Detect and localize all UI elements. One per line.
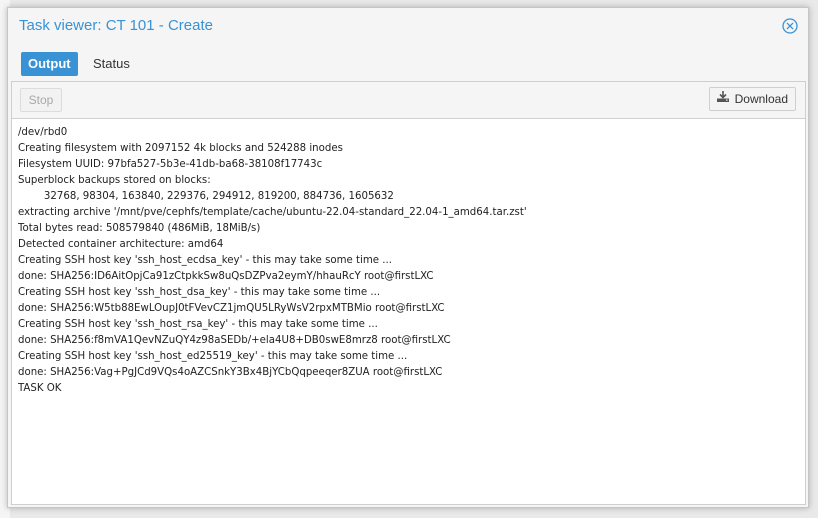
log-line: 32768, 98304, 163840, 229376, 294912, 81… <box>18 191 394 202</box>
window-title: Task viewer: CT 101 - Create <box>19 17 213 34</box>
log-line: Creating SSH host key 'ssh_host_dsa_key'… <box>18 287 381 298</box>
log-line: Creating SSH host key 'ssh_host_rsa_key'… <box>18 319 378 330</box>
log-line: /dev/rbd0 <box>18 127 68 138</box>
log-line: TASK OK <box>18 383 62 394</box>
tab-status[interactable]: Status <box>85 52 138 76</box>
output-toolbar: Stop Download <box>12 82 805 119</box>
log-line: Creating filesystem with 2097152 4k bloc… <box>18 143 343 154</box>
task-viewer-window: Task viewer: CT 101 - Create Output Stat… <box>7 7 809 508</box>
log-line: done: SHA256:W5tb88EwLOupJ0tFVevCZ1jmQU5… <box>18 303 445 314</box>
log-line: Total bytes read: 508579840 (486MiB, 18M… <box>18 223 261 234</box>
log-line: Filesystem UUID: 97bfa527-5b3e-41db-ba68… <box>18 159 323 170</box>
download-button-label: Download <box>734 92 788 106</box>
log-line: done: SHA256:Vag+PgJCd9VQs4oAZCSnkY3Bx4B… <box>18 367 443 378</box>
log-line: done: SHA256:ID6AitOpjCa91zCtpkkSw8uQsDZ… <box>18 271 434 282</box>
log-line: Superblock backups stored on blocks: <box>18 175 211 186</box>
output-panel: Stop Download /dev/rbd0 Creating filesyst… <box>11 81 806 505</box>
log-line: Creating SSH host key 'ssh_host_ecdsa_ke… <box>18 255 393 266</box>
window-titlebar: Task viewer: CT 101 - Create <box>8 8 808 46</box>
log-line: Creating SSH host key 'ssh_host_ed25519_… <box>18 351 408 362</box>
stop-button[interactable]: Stop <box>20 88 62 112</box>
log-line: Detected container architecture: amd64 <box>18 239 224 250</box>
close-icon[interactable] <box>782 18 798 34</box>
download-icon <box>716 88 730 110</box>
task-log-output[interactable]: /dev/rbd0 Creating filesystem with 209715… <box>18 125 799 500</box>
tab-bar: Output Status <box>8 50 808 80</box>
log-line: done: SHA256:f8mVA1QevNZuQY4z98aSEDb/+el… <box>18 335 451 346</box>
download-button[interactable]: Download <box>708 87 796 111</box>
tab-output[interactable]: Output <box>21 52 78 76</box>
log-line: extracting archive '/mnt/pve/cephfs/temp… <box>18 207 527 218</box>
